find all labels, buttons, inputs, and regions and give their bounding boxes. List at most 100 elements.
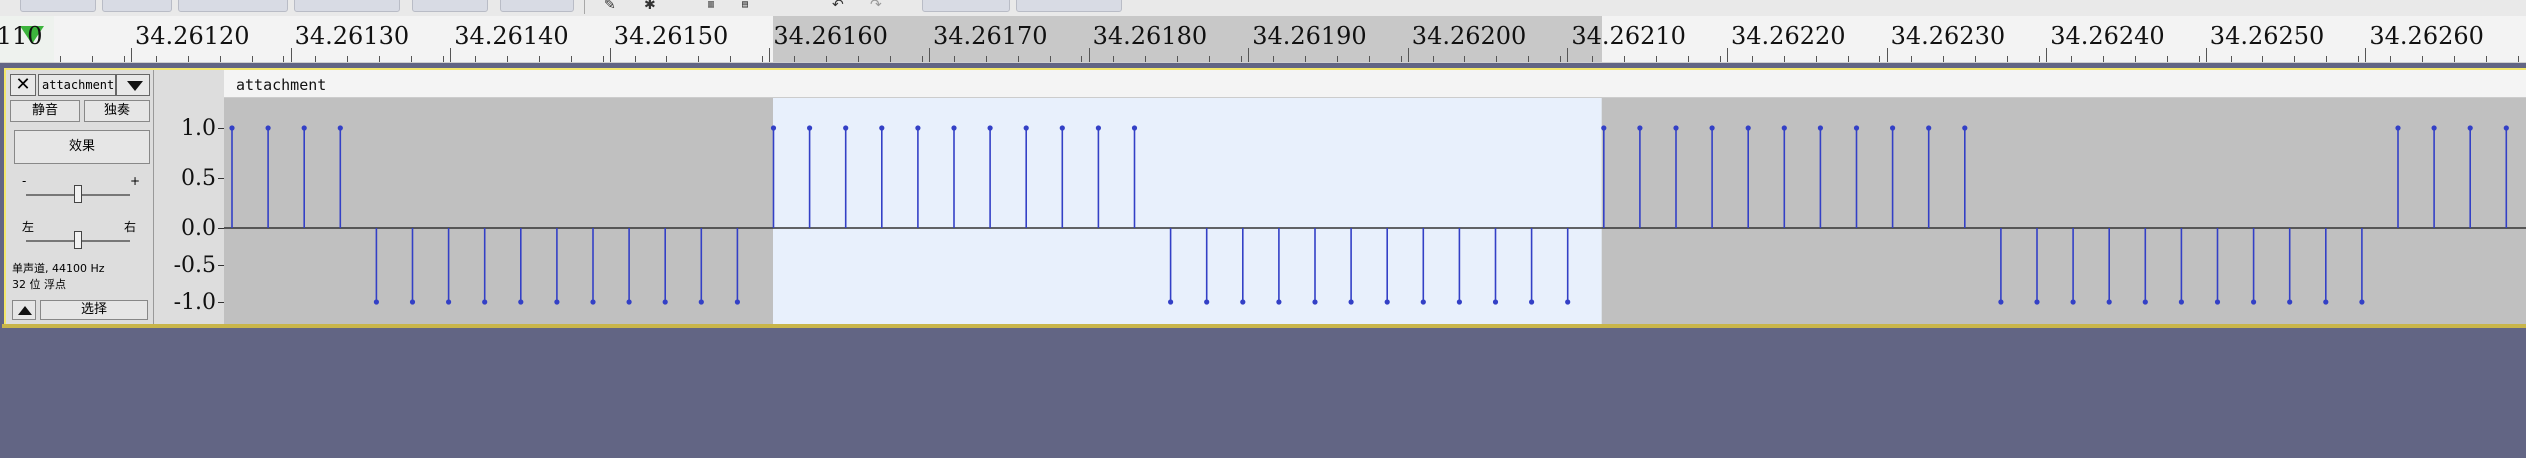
toolbar-button-7[interactable] bbox=[922, 0, 1010, 12]
sample-point bbox=[1709, 125, 1715, 131]
mute-button[interactable]: 静音 bbox=[10, 100, 80, 122]
sample-point bbox=[1637, 125, 1643, 131]
draw-tool-icon[interactable]: ✎ bbox=[604, 0, 616, 13]
ruler-minor-tick bbox=[2134, 56, 2136, 62]
ruler-major-tick bbox=[2365, 48, 2367, 62]
collapse-track-icon[interactable] bbox=[12, 300, 36, 320]
ruler-minor-tick bbox=[1751, 56, 1753, 62]
pan-right-label: 右 bbox=[124, 220, 137, 234]
ruler-tick-label: 34.26250 bbox=[2209, 22, 2325, 50]
toolbar-button-4[interactable] bbox=[294, 0, 400, 12]
pan-slider-thumb[interactable] bbox=[74, 231, 82, 249]
ruler-minor-tick bbox=[1560, 56, 1562, 62]
sample-point bbox=[409, 299, 416, 305]
sample-point bbox=[2070, 299, 2076, 305]
ruler-minor-tick bbox=[1528, 56, 1530, 62]
sample-point bbox=[1240, 299, 1246, 305]
ruler-minor-tick bbox=[1432, 56, 1434, 62]
gain-slider-thumb[interactable] bbox=[74, 185, 82, 203]
ruler-major-tick bbox=[131, 48, 132, 62]
audio-track[interactable]: ✕ attachment 静音 独奏 效果 - + 左 右 单声道, 44100… bbox=[4, 68, 2526, 326]
zoom-fit-icon[interactable]: ▤ bbox=[742, 0, 748, 10]
sample-point bbox=[482, 299, 488, 305]
toolbar-strip: ✎ ✱ ▥ ▤ ↶ ↷ bbox=[0, 0, 2526, 16]
ruler-major-tick bbox=[1088, 48, 1090, 62]
sample-point bbox=[987, 125, 993, 131]
sample-point bbox=[2178, 299, 2184, 305]
ruler-minor-tick bbox=[251, 56, 253, 62]
sample-point bbox=[2251, 299, 2257, 305]
amplitude-label: -0.5 bbox=[173, 253, 216, 278]
ruler-tick-label: 34.26190 bbox=[1252, 22, 1367, 50]
clip-name: attachment bbox=[236, 76, 327, 94]
ruler-minor-tick bbox=[2422, 56, 2424, 62]
amplitude-label: 0.5 bbox=[181, 166, 216, 191]
zoom-in-icon[interactable]: ▥ bbox=[708, 0, 714, 10]
ruler-minor-tick bbox=[1719, 56, 1721, 62]
ruler-minor-tick bbox=[1336, 56, 1338, 62]
ruler-tick-label: 34.26140 bbox=[454, 22, 569, 50]
select-track-button[interactable]: 选择 bbox=[40, 300, 148, 320]
ruler-minor-tick bbox=[2358, 56, 2360, 62]
ruler-minor-tick bbox=[1464, 56, 1466, 62]
gain-minus-label: - bbox=[22, 174, 27, 188]
track-menu-dropdown-icon[interactable] bbox=[116, 74, 150, 96]
ruler-tick-label: 34.26230 bbox=[1890, 22, 2006, 50]
timeline-ruler[interactable]: 6110 34.26120 34.26130 34.26140 34.26150 34.2… bbox=[0, 16, 2526, 63]
undo-icon[interactable]: ↶ bbox=[832, 0, 844, 13]
toolbar-button-3[interactable] bbox=[178, 0, 288, 12]
sample-point bbox=[1745, 125, 1751, 131]
toolbar-button-5[interactable] bbox=[412, 0, 488, 12]
ruler-major-tick bbox=[1248, 48, 1250, 62]
effects-button[interactable]: 效果 bbox=[14, 130, 150, 164]
ruler-minor-tick bbox=[1113, 56, 1115, 62]
track-sample-format-info: 32 位 浮点 bbox=[12, 278, 66, 291]
toolbar-button-1[interactable] bbox=[20, 0, 96, 12]
ruler-minor-tick bbox=[2230, 56, 2232, 62]
ruler-minor-tick bbox=[2454, 56, 2455, 62]
sample-point bbox=[2287, 299, 2293, 305]
toolbar-button-8[interactable] bbox=[1016, 0, 1122, 12]
ruler-minor-tick bbox=[1017, 56, 1019, 62]
sample-point bbox=[1312, 299, 1318, 305]
amplitude-ruler[interactable]: 1.0 0.5 0.0 -0.5 -1.0 bbox=[154, 70, 224, 324]
ruler-minor-tick bbox=[889, 56, 891, 62]
multi-tool-icon[interactable]: ✱ bbox=[644, 0, 656, 13]
redo-icon[interactable]: ↷ bbox=[870, 0, 882, 13]
sample-point bbox=[2214, 299, 2221, 305]
waveform[interactable] bbox=[224, 98, 2526, 324]
ruler-minor-tick bbox=[443, 56, 445, 62]
ruler-minor-tick bbox=[1879, 56, 1881, 62]
sample-point bbox=[1348, 299, 1354, 305]
sample-point bbox=[1276, 299, 1282, 305]
sample-point bbox=[1817, 125, 1823, 131]
clip-header[interactable]: attachment bbox=[224, 70, 2526, 98]
track-close-button[interactable]: ✕ bbox=[10, 74, 36, 96]
track-format-info: 单声道, 44100 Hz bbox=[12, 262, 105, 275]
ruler-minor-tick bbox=[2294, 56, 2296, 62]
audio-clip[interactable]: attachment bbox=[224, 70, 2526, 324]
ruler-minor-tick bbox=[602, 56, 604, 62]
ruler-minor-tick bbox=[1975, 56, 1977, 62]
ruler-tick-label: 34.26180 bbox=[1092, 22, 1208, 50]
sample-point bbox=[1095, 125, 1101, 131]
amplitude-label: -1.0 bbox=[173, 290, 216, 315]
ruler-minor-tick bbox=[1081, 56, 1083, 62]
solo-button[interactable]: 独奏 bbox=[84, 100, 150, 122]
sample-point bbox=[951, 125, 957, 131]
track-name-button[interactable]: attachment bbox=[38, 74, 116, 96]
sample-point bbox=[2323, 299, 2329, 305]
sample-point bbox=[1420, 299, 1426, 305]
sample-point bbox=[807, 125, 813, 131]
ruler-minor-tick bbox=[2326, 56, 2328, 62]
sample-point bbox=[1998, 299, 2004, 305]
ruler-minor-tick bbox=[1496, 56, 1498, 62]
toolbar-button-6[interactable] bbox=[500, 0, 574, 12]
ruler-minor-tick bbox=[1209, 56, 1211, 62]
toolbar-button-2[interactable] bbox=[102, 0, 172, 12]
sample-point bbox=[1781, 125, 1787, 131]
pan-left-label: 左 bbox=[22, 220, 35, 234]
sample-point bbox=[1059, 125, 1065, 131]
sample-point bbox=[1384, 299, 1390, 305]
sample-point bbox=[2034, 299, 2040, 305]
